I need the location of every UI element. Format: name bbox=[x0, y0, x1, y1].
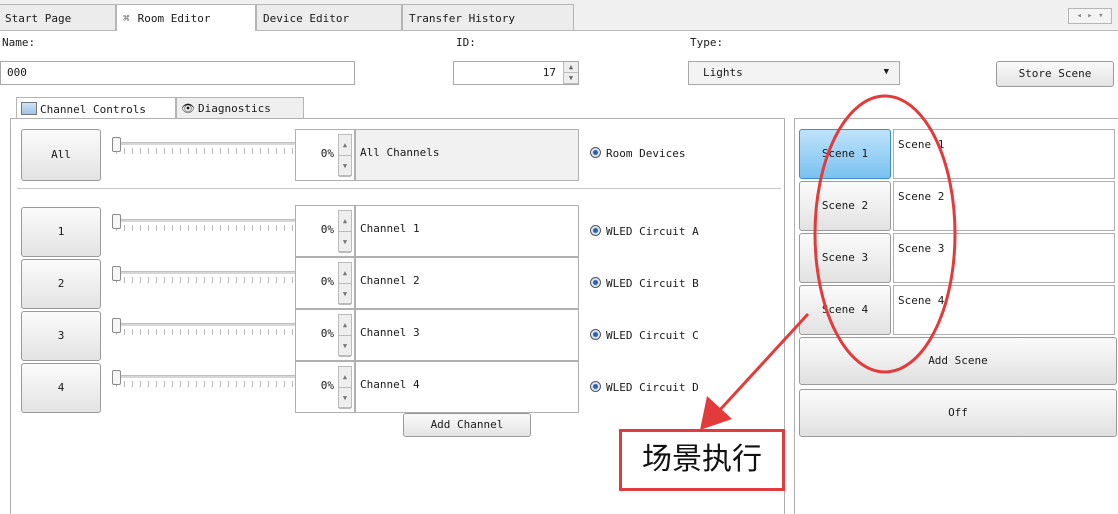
id-input[interactable]: 17 ▲ ▼ bbox=[453, 61, 579, 85]
binoculars-icon: 👁 bbox=[181, 102, 195, 115]
percent-value: 0% bbox=[320, 223, 334, 236]
tab-diagnostics[interactable]: 👁 Diagnostics bbox=[176, 97, 304, 119]
channel-2-percent[interactable]: 0% ▲ ▼ bbox=[295, 257, 355, 309]
channel-3-button[interactable]: 3 bbox=[21, 311, 101, 361]
channel-1-name[interactable]: Channel 1 bbox=[355, 205, 579, 257]
channel-2-name[interactable]: Channel 2 bbox=[355, 257, 579, 309]
scene-2-button[interactable]: Scene 2 bbox=[799, 181, 891, 231]
scenes-panel: Scene 1 Scene 1 Scene 2 Scene 2 Scene 3 … bbox=[794, 118, 1118, 514]
radio-icon[interactable] bbox=[590, 147, 601, 158]
scene-3-button[interactable]: Scene 3 bbox=[799, 233, 891, 283]
tab-label: Transfer History bbox=[409, 12, 515, 25]
type-label: Type: bbox=[690, 36, 724, 49]
tab-label: Channel Controls bbox=[40, 103, 146, 116]
percent-value: 0% bbox=[320, 327, 334, 340]
radio-label: WLED Circuit C bbox=[606, 329, 699, 342]
channel-3-name[interactable]: Channel 3 bbox=[355, 309, 579, 361]
slider-thumb[interactable] bbox=[112, 137, 121, 152]
channel-controls-icon bbox=[21, 102, 37, 115]
channel-3-percent[interactable]: 0% ▲ ▼ bbox=[295, 309, 355, 361]
annotation-callout: 场景执行 bbox=[619, 429, 785, 491]
percent-value: 0% bbox=[320, 379, 334, 392]
id-value: 17 bbox=[542, 66, 556, 79]
down-arrow-icon[interactable]: ▼ bbox=[564, 73, 578, 84]
channel-3-radio[interactable]: WLED Circuit C bbox=[590, 329, 699, 342]
channel-2-radio[interactable]: WLED Circuit B bbox=[590, 277, 699, 290]
editor-tab-bar: Start Page ⌘ Room Editor Device Editor Tr… bbox=[0, 0, 1118, 31]
room-devices-radio[interactable]: Room Devices bbox=[590, 147, 685, 160]
tab-room-editor[interactable]: ⌘ Room Editor bbox=[116, 4, 256, 31]
scene-3-name[interactable]: Scene 3 bbox=[893, 233, 1115, 283]
percent-stepper[interactable]: ▲ ▼ bbox=[338, 210, 352, 253]
percent-stepper[interactable]: ▲ ▼ bbox=[338, 262, 352, 305]
type-select[interactable]: Lights ▼ bbox=[688, 61, 900, 85]
radio-label: Room Devices bbox=[606, 147, 686, 160]
add-channel-button[interactable]: Add Channel bbox=[403, 413, 531, 437]
channel-4-name[interactable]: Channel 4 bbox=[355, 361, 579, 413]
tab-transfer-history[interactable]: Transfer History bbox=[402, 4, 574, 30]
scene-4-button[interactable]: Scene 4 bbox=[799, 285, 891, 335]
tab-start-page[interactable]: Start Page bbox=[0, 4, 116, 30]
off-button[interactable]: Off bbox=[799, 389, 1117, 437]
id-stepper[interactable]: ▲ ▼ bbox=[563, 62, 578, 84]
up-arrow-icon[interactable]: ▲ bbox=[564, 62, 578, 73]
store-scene-button[interactable]: Store Scene bbox=[996, 61, 1114, 87]
percent-stepper[interactable]: ▲ ▼ bbox=[338, 314, 352, 357]
scene-1-button[interactable]: Scene 1 bbox=[799, 129, 891, 179]
id-label: ID: bbox=[456, 36, 476, 49]
channel-1-button[interactable]: 1 bbox=[21, 207, 101, 257]
add-scene-button[interactable]: Add Scene bbox=[799, 337, 1117, 385]
slider-thumb[interactable] bbox=[112, 318, 121, 333]
name-input[interactable]: 000 bbox=[0, 61, 355, 85]
percent-value: 0% bbox=[320, 275, 334, 288]
percent-value: 0% bbox=[320, 147, 334, 160]
type-value: Lights bbox=[703, 66, 743, 79]
channel-4-button[interactable]: 4 bbox=[21, 363, 101, 413]
tab-label: Device Editor bbox=[263, 12, 350, 25]
tab-label: Room Editor bbox=[137, 12, 211, 25]
channel-2-slider[interactable] bbox=[112, 266, 302, 286]
radio-icon[interactable] bbox=[590, 225, 601, 236]
tab-label: Diagnostics bbox=[197, 102, 271, 115]
tab-device-editor[interactable]: Device Editor bbox=[256, 4, 402, 30]
channel-1-slider[interactable] bbox=[112, 214, 302, 234]
slider-thumb[interactable] bbox=[112, 214, 121, 229]
radio-icon[interactable] bbox=[590, 381, 601, 392]
percent-stepper[interactable]: ▲ ▼ bbox=[338, 134, 352, 177]
name-label: Name: bbox=[2, 36, 36, 49]
all-channels-slider[interactable] bbox=[112, 137, 302, 157]
slider-thumb[interactable] bbox=[112, 266, 121, 281]
channel-3-slider[interactable] bbox=[112, 318, 302, 338]
chevron-down-icon: ▼ bbox=[883, 67, 889, 77]
channel-4-radio[interactable]: WLED Circuit D bbox=[590, 381, 699, 394]
scene-4-name[interactable]: Scene 4 bbox=[893, 285, 1115, 335]
all-channels-button[interactable]: All bbox=[21, 129, 101, 181]
radio-icon[interactable] bbox=[590, 277, 601, 288]
slider-thumb[interactable] bbox=[112, 370, 121, 385]
close-icon[interactable]: ⌘ bbox=[123, 12, 130, 25]
all-channels-percent[interactable]: 0% ▲ ▼ bbox=[295, 129, 355, 181]
radio-label: WLED Circuit D bbox=[606, 381, 699, 394]
radio-icon[interactable] bbox=[590, 329, 601, 340]
all-channels-row: All 0% ▲ ▼ All Channels Room Devices bbox=[17, 125, 781, 189]
tab-scroll-arrows[interactable]: ◂ ▸ ▾ bbox=[1068, 8, 1112, 24]
channel-4-slider[interactable] bbox=[112, 370, 302, 390]
scene-1-name[interactable]: Scene 1 bbox=[893, 129, 1115, 179]
tab-label: Start Page bbox=[5, 12, 72, 25]
channel-1-radio[interactable]: WLED Circuit A bbox=[590, 225, 699, 238]
channel-1-percent[interactable]: 0% ▲ ▼ bbox=[295, 205, 355, 257]
percent-stepper[interactable]: ▲ ▼ bbox=[338, 366, 352, 409]
scene-2-name[interactable]: Scene 2 bbox=[893, 181, 1115, 231]
radio-label: WLED Circuit A bbox=[606, 225, 699, 238]
channel-4-percent[interactable]: 0% ▲ ▼ bbox=[295, 361, 355, 413]
channel-2-button[interactable]: 2 bbox=[21, 259, 101, 309]
radio-label: WLED Circuit B bbox=[606, 277, 699, 290]
tab-channel-controls[interactable]: Channel Controls bbox=[16, 97, 176, 119]
all-channels-name: All Channels bbox=[355, 129, 579, 181]
